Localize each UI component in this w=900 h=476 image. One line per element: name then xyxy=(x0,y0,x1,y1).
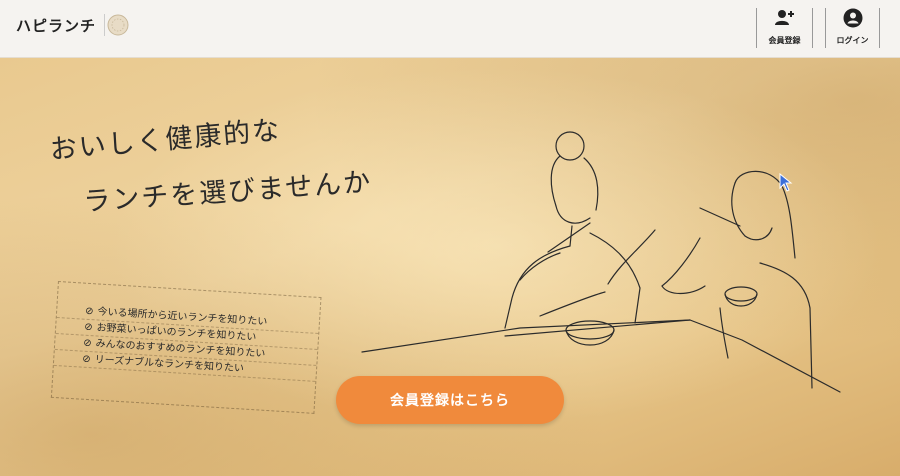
check-circle-icon: ⊘ xyxy=(82,337,92,350)
account-circle-icon xyxy=(843,8,863,32)
check-circle-icon: ⊘ xyxy=(83,321,93,334)
register-cta-button[interactable]: 会員登録はこちら xyxy=(336,376,564,424)
top-bar: ハピランチ 会員登録 ログイン xyxy=(0,0,900,58)
brand-title[interactable]: ハピランチ xyxy=(16,15,96,36)
feature-checklist: ⊘ 今いる場所から近いランチを知りたい ⊘ お野菜いっぱいのランチを知りたい ⊘ みん… xyxy=(50,281,322,414)
brand[interactable]: ハピランチ xyxy=(16,14,129,36)
add-user-icon xyxy=(774,8,796,32)
register-button-label: 会員登録 xyxy=(768,36,801,45)
hero-section: おいしく健康的な ランチを選びませんか ⊘ 今いる場所から近いランチを知りたい ⊘… xyxy=(0,58,900,476)
mouse-cursor-icon xyxy=(779,173,793,192)
register-button[interactable]: 会員登録 xyxy=(756,8,813,48)
login-button[interactable]: ログイン xyxy=(825,8,880,48)
brand-logo-icon xyxy=(104,14,129,36)
check-circle-icon: ⊘ xyxy=(84,305,94,318)
login-button-label: ログイン xyxy=(836,36,869,45)
check-circle-icon: ⊘ xyxy=(81,353,91,366)
